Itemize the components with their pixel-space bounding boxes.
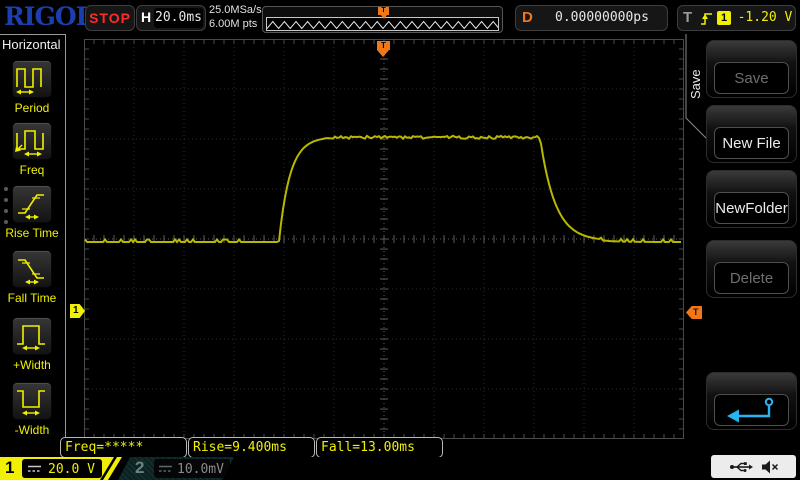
measure-item-fall-time[interactable]: [12, 250, 52, 288]
measure-item-freq[interactable]: [12, 122, 52, 160]
preview-wave: [266, 20, 500, 30]
menu-page-dot: [4, 187, 8, 191]
timebase-value: 20.0ms: [154, 8, 203, 28]
channel2-number: 2: [135, 458, 145, 477]
horizontal-label: H: [141, 9, 152, 25]
dc-coupling-icon: [28, 465, 41, 472]
minus-width-icon: [17, 390, 45, 416]
preview-trigger-marker[interactable]: T: [378, 7, 389, 15]
trigger-label: T: [683, 9, 693, 26]
channel1-status[interactable]: 1 20.0 V: [0, 457, 114, 480]
freq-icon: [15, 130, 44, 157]
oscilloscope-screen: RIGOL STOP H 20.0ms 25.0MSa/s 6.00M pts …: [0, 0, 800, 480]
acquisition-info: 25.0MSa/s 6.00M pts: [209, 3, 269, 31]
readout-fall[interactable]: Fall=13.00ms: [316, 437, 443, 458]
preview-trigger-marker-tip: [380, 15, 387, 19]
readout-freq[interactable]: Freq=*****: [60, 437, 187, 458]
timebase-box[interactable]: H 20.0ms: [136, 5, 206, 31]
measure-label-freq: Freq: [19, 163, 45, 177]
period-icon: [16, 68, 42, 95]
fall-time-icon: [18, 259, 44, 285]
menu-page-dot: [4, 198, 8, 202]
channel2-scale: 10.0mV: [177, 462, 224, 477]
softkey-return[interactable]: [706, 372, 797, 430]
dc-coupling-icon: [159, 465, 172, 472]
softkey-save-label: Save: [714, 62, 789, 94]
trigger-level-marker[interactable]: T: [686, 306, 702, 319]
measure-label-rise-time: Rise Time: [5, 226, 59, 240]
readout-rise[interactable]: Rise=9.400ms: [188, 437, 315, 458]
delay-label: D: [522, 9, 533, 26]
trigger-position-marker[interactable]: T: [377, 41, 390, 50]
delay-box[interactable]: D 0.00000000ps: [515, 5, 668, 31]
menu-page-dot: [4, 209, 8, 213]
softkey-new-folder-label: NewFolder: [714, 192, 789, 224]
menu-page-dot: [4, 220, 8, 224]
memory-depth: 6.00M pts: [209, 18, 258, 30]
return-arrow-icon: [726, 397, 773, 423]
rigol-logo: RIGOL: [4, 2, 93, 31]
measure-item-plus-width[interactable]: [12, 317, 52, 355]
softkey-new-file-label: New File: [714, 127, 789, 159]
channel1-inset: 20.0 V: [22, 459, 102, 478]
softkey-new-file[interactable]: New File: [706, 105, 797, 163]
run-state-badge[interactable]: STOP: [85, 5, 135, 31]
speaker-muted-icon: [761, 460, 778, 473]
measure-item-rise-time[interactable]: [12, 185, 52, 223]
measure-label-minus-width: -Width: [14, 423, 50, 437]
graticule: [84, 39, 684, 439]
measure-item-period[interactable]: [12, 60, 52, 98]
softkey-new-folder[interactable]: NewFolder: [706, 170, 797, 228]
sample-rate: 25.0MSa/s: [209, 4, 262, 16]
rising-edge-icon: [701, 13, 712, 25]
left-menu-title: Horizontal: [2, 37, 61, 52]
plus-width-icon: [17, 325, 45, 351]
rise-time-icon: [18, 194, 44, 220]
waveform-preview-window[interactable]: [266, 17, 500, 31]
trigger-position-marker-tip: [377, 50, 389, 57]
measure-item-minus-width[interactable]: [12, 382, 52, 420]
softkey-save[interactable]: Save: [706, 40, 797, 98]
channel1-scale: 20.0 V: [48, 462, 95, 477]
channel2-status[interactable]: 2 10.0mV: [118, 457, 234, 480]
measure-label-fall-time: Fall Time: [7, 291, 57, 305]
trigger-info-box[interactable]: T 1 -1.20 V: [677, 5, 796, 31]
channel1-offset-marker[interactable]: 1: [70, 304, 85, 318]
left-menu-border-top: [0, 34, 66, 35]
softkey-delete[interactable]: Delete: [706, 240, 797, 298]
delay-value: 0.00000000ps: [555, 10, 649, 25]
measure-label-period: Period: [14, 101, 50, 115]
channel2-inset: 10.0mV: [154, 459, 230, 478]
trigger-source-badge: 1: [717, 11, 731, 25]
measure-label-plus-width: +Width: [13, 358, 51, 372]
channel1-number: 1: [5, 458, 15, 477]
trigger-level-value: -1.20 V: [737, 10, 793, 25]
left-menu-border-right: [65, 34, 66, 445]
softkey-delete-label: Delete: [714, 262, 789, 294]
usb-icon: [729, 461, 753, 472]
status-icons-box: [711, 455, 796, 478]
menu-tab-save: Save: [688, 69, 703, 99]
